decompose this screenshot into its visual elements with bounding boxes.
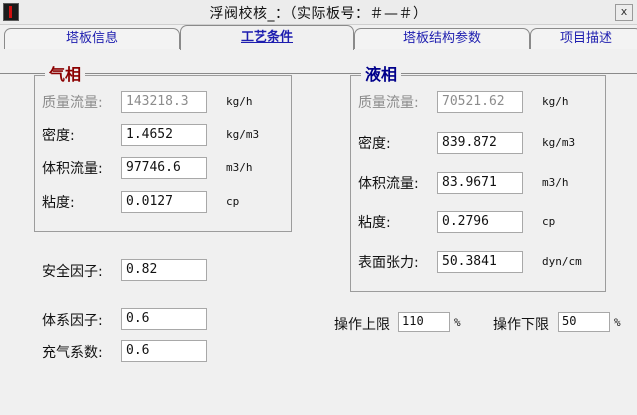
liquid-viscosity-unit: cp [542, 215, 556, 228]
liquid-density-unit: kg/m3 [542, 136, 576, 149]
gas-phase-title: 气相 [45, 65, 86, 85]
safety-factor-label: 安全因子: [42, 264, 103, 280]
aeration-coefficient-label: 充气系数: [42, 345, 103, 361]
liquid-mass-flow-label: 质量流量: [358, 95, 419, 111]
tab-strip: 塔板信息 工艺条件 塔板结构参数 项目描述 [0, 25, 637, 74]
liquid-volume-flow-label: 体积流量: [358, 176, 419, 192]
tab-label: 塔板信息 [65, 31, 118, 46]
system-factor-field[interactable]: 0.6 [121, 308, 207, 330]
liquid-density-label: 密度: [358, 136, 391, 152]
operation-upper-limit-unit: % [454, 316, 461, 329]
gas-viscosity-field[interactable]: 0.0127 [121, 191, 207, 213]
gas-density-unit: kg/m3 [226, 128, 260, 141]
gas-mass-flow-label: 质量流量: [42, 95, 103, 111]
title-bar: 浮阀校核_：（实际板号：＃—＃） x [0, 0, 637, 25]
liquid-surface-tension-unit: dyn/cm [542, 255, 582, 268]
gas-mass-flow-unit: kg/h [226, 95, 253, 108]
gas-density-field[interactable]: 1.4652 [121, 124, 207, 146]
operation-lower-limit-label: 操作下限 [493, 317, 549, 333]
tab-tray-info[interactable]: 塔板信息 [4, 28, 180, 49]
gas-volume-flow-unit: m3/h [226, 161, 253, 174]
liquid-density-field[interactable]: 839.872 [437, 132, 523, 154]
tab-label: 工艺条件 [240, 30, 293, 45]
liquid-volume-flow-field[interactable]: 83.9671 [437, 172, 523, 194]
liquid-viscosity-label: 粘度: [358, 215, 391, 231]
liquid-viscosity-field[interactable]: 0.2796 [437, 211, 523, 233]
close-button[interactable]: x [615, 4, 633, 21]
tab-label: 项目描述 [559, 31, 612, 46]
tab-label: 塔板结构参数 [402, 31, 481, 46]
liquid-mass-flow-field[interactable]: 70521.62 [437, 91, 523, 113]
aeration-coefficient-field[interactable]: 0.6 [121, 340, 207, 362]
liquid-surface-tension-label: 表面张力: [358, 255, 419, 271]
gas-viscosity-label: 粘度: [42, 195, 75, 211]
operation-upper-limit-label: 操作上限 [334, 317, 390, 333]
window-title: 浮阀校核_：（实际板号：＃—＃） [209, 6, 428, 22]
tab-tray-structure[interactable]: 塔板结构参数 [354, 28, 530, 49]
tab-process-conditions[interactable]: 工艺条件 [180, 25, 354, 50]
gas-viscosity-unit: cp [226, 195, 240, 208]
operation-upper-limit-field[interactable]: 110 [398, 312, 450, 332]
gas-mass-flow-field[interactable]: 143218.3 [121, 91, 207, 113]
gas-density-label: 密度: [42, 128, 75, 144]
liquid-surface-tension-field[interactable]: 50.3841 [437, 251, 523, 273]
system-factor-label: 体系因子: [42, 313, 103, 329]
liquid-mass-flow-unit: kg/h [542, 95, 569, 108]
operation-lower-limit-unit: % [614, 316, 621, 329]
tab-project-description[interactable]: 项目描述 [530, 28, 637, 49]
safety-factor-field[interactable]: 0.82 [121, 259, 207, 281]
liquid-volume-flow-unit: m3/h [542, 176, 569, 189]
gas-volume-flow-field[interactable]: 97746.6 [121, 157, 207, 179]
tab-divider [0, 73, 637, 74]
operation-lower-limit-field[interactable]: 50 [558, 312, 610, 332]
liquid-phase-title: 液相 [361, 65, 402, 85]
gas-volume-flow-label: 体积流量: [42, 161, 103, 177]
